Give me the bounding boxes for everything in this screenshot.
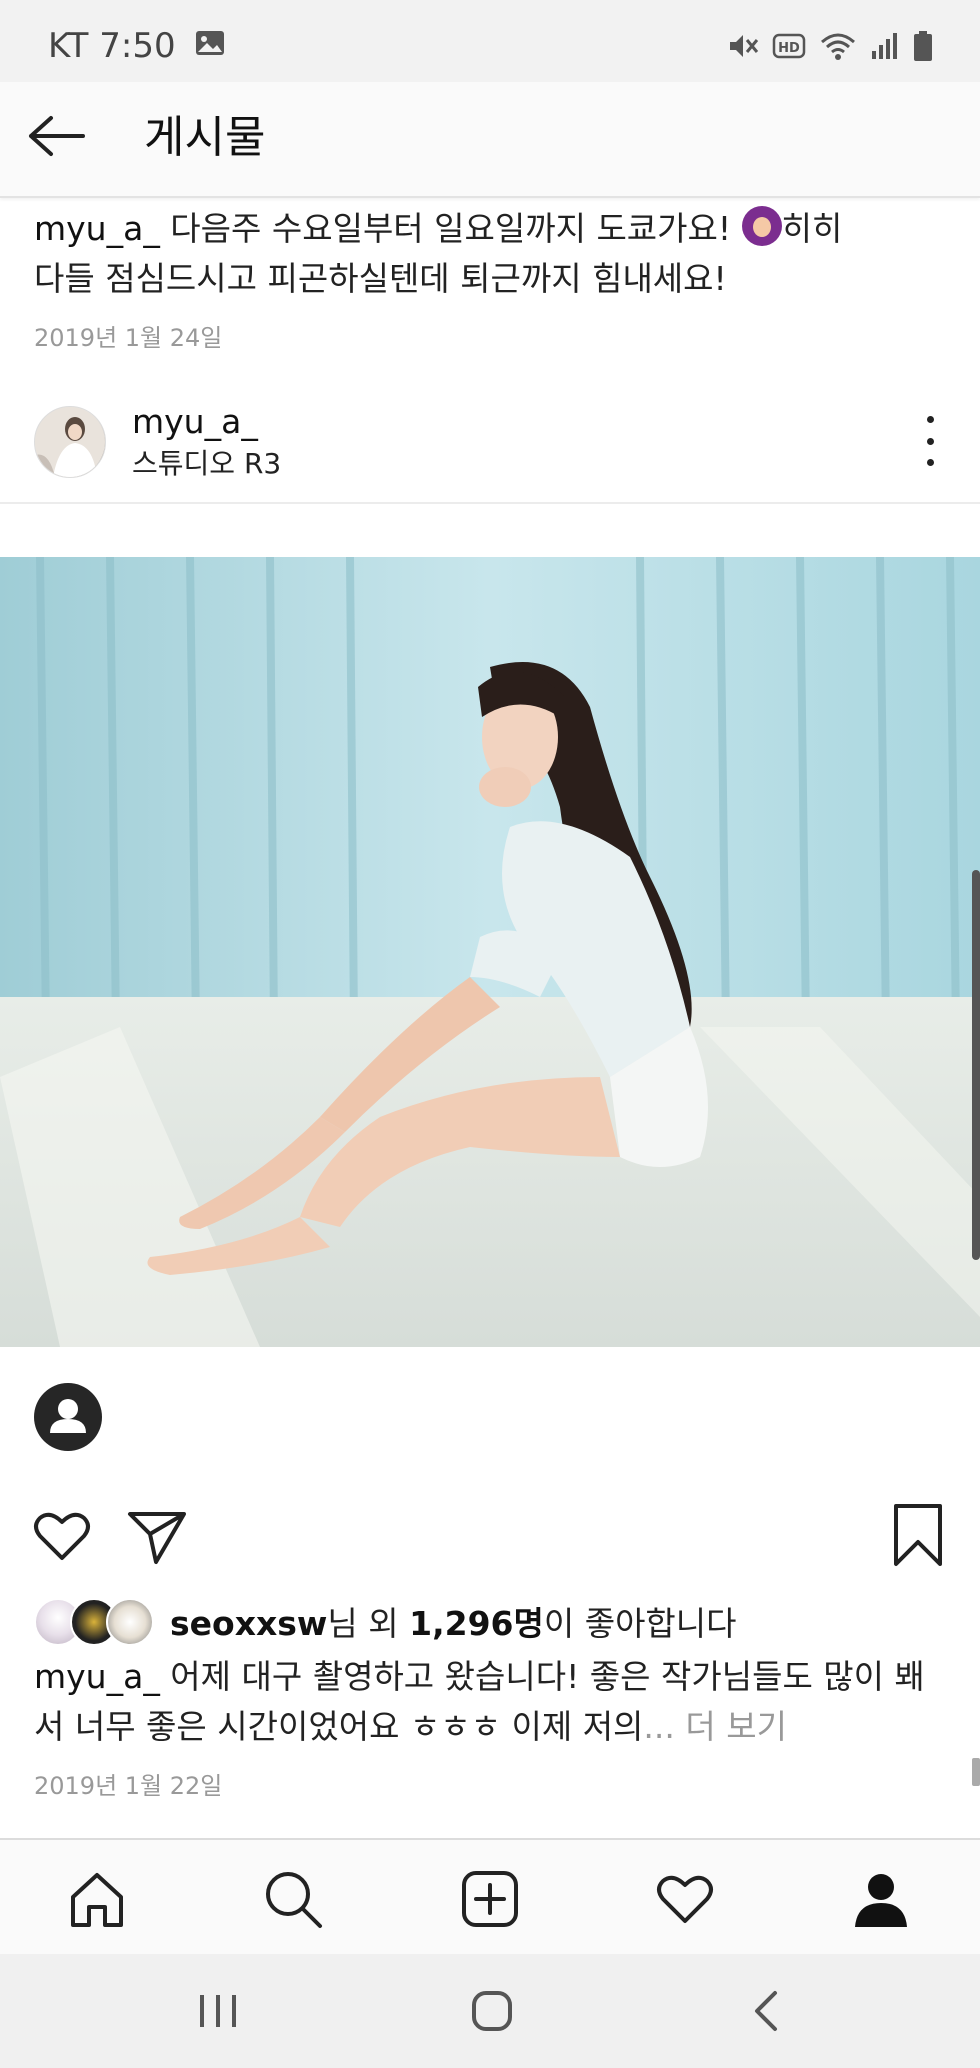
- hd-icon: HD: [772, 32, 806, 64]
- previous-post-date: 2019년 1월 24일: [34, 324, 223, 352]
- post-location[interactable]: 스튜디오 R3: [132, 442, 281, 482]
- woman-emoji-icon: [741, 206, 782, 246]
- profile-icon[interactable]: [846, 1864, 916, 1934]
- home-icon[interactable]: [62, 1864, 132, 1934]
- heart-icon[interactable]: [32, 1506, 92, 1566]
- action-row: [0, 1502, 980, 1572]
- scrollbar[interactable]: [972, 870, 980, 1260]
- signal-icon: [870, 31, 900, 65]
- battery-icon: [912, 30, 934, 66]
- post-header: myu_a_ 스튜디오 R3: [0, 380, 980, 504]
- app-header: 게시물: [0, 82, 980, 198]
- wifi-icon: [818, 30, 858, 66]
- status-right: HD: [726, 28, 934, 68]
- search-icon[interactable]: [258, 1864, 328, 1934]
- liker-avatars: [34, 1598, 164, 1646]
- caption-text-line1-after: 히히: [781, 209, 843, 248]
- bookmark-icon[interactable]: [890, 1502, 946, 1568]
- svg-text:HD: HD: [778, 41, 800, 56]
- likes-user[interactable]: seoxxsw: [170, 1604, 327, 1643]
- arrow-left-icon: [27, 114, 87, 162]
- caption-text: 어제 대구 촬영하고 왔습니다! 좋은 작가님들도 많이 봬서 너무 좋은 시간…: [34, 1657, 925, 1746]
- send-icon[interactable]: [126, 1506, 188, 1566]
- tagged-user-icon[interactable]: [34, 1383, 102, 1451]
- post-caption: myu_a_ 어제 대구 촬영하고 왔습니다! 좋은 작가님들도 많이 봬서 너…: [34, 1652, 954, 1752]
- post-username[interactable]: myu_a_: [132, 402, 258, 441]
- bottom-nav: [0, 1838, 980, 1956]
- post-image[interactable]: [0, 557, 980, 1347]
- home-button-icon[interactable]: [462, 1986, 522, 2036]
- recent-apps-icon[interactable]: [188, 1986, 248, 2036]
- status-left: KT 7:50: [48, 26, 226, 66]
- back-button[interactable]: [22, 108, 92, 168]
- caption-text-line2: 다들 점심드시고 피곤하실텐데 퇴근까지 힘내세요!: [34, 259, 727, 298]
- caption-username[interactable]: myu_a_: [34, 209, 160, 248]
- page-title: 게시물: [144, 112, 266, 163]
- scrollbar-secondary[interactable]: [972, 1758, 980, 1786]
- more-link[interactable]: ... 더 보기: [643, 1707, 787, 1746]
- post-date: 2019년 1월 22일: [34, 1772, 223, 1800]
- status-bar: KT 7:50 HD: [0, 0, 980, 82]
- caption-username[interactable]: myu_a_: [34, 1657, 160, 1696]
- likes-row[interactable]: seoxxsw님 외 1,296명이 좋아합니다: [34, 1596, 737, 1646]
- system-nav-bar: [0, 1954, 980, 2068]
- previous-post-caption: myu_a_ 다음주 수요일부터 일요일까지 도쿄가요! 히히 다들 점심드시고…: [34, 204, 934, 304]
- mute-vibrate-icon: [726, 30, 760, 66]
- likes-count[interactable]: 1,296명: [409, 1604, 544, 1643]
- more-options-icon[interactable]: [910, 416, 950, 466]
- carrier-time: KT 7:50: [48, 26, 176, 66]
- caption-text-line1: 다음주 수요일부터 일요일까지 도쿄가요!: [159, 209, 742, 248]
- back-icon[interactable]: [736, 1986, 796, 2036]
- image-icon: [194, 26, 226, 66]
- avatar[interactable]: [34, 406, 106, 478]
- add-post-icon[interactable]: [455, 1864, 525, 1934]
- likes-text: seoxxsw님 외 1,296명이 좋아합니다: [170, 1604, 737, 1643]
- activity-heart-icon[interactable]: [650, 1864, 720, 1934]
- liker-avatar: [106, 1598, 154, 1646]
